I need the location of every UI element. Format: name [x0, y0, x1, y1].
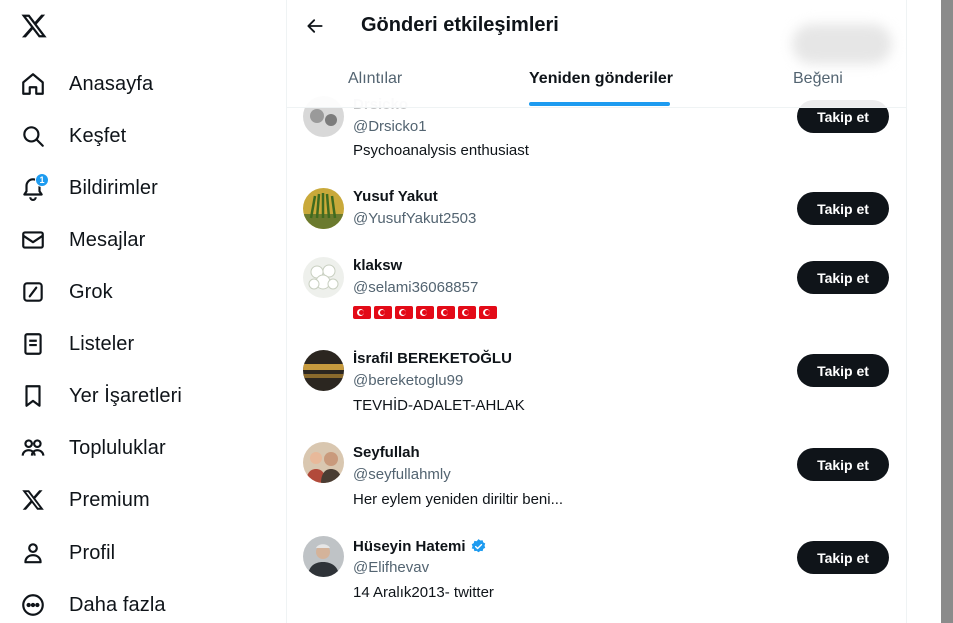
sidebar: Anasayfa Keşfet 1 Bildirimler Mesajlar G… — [0, 0, 286, 623]
follow-button[interactable]: Takip et — [797, 541, 889, 574]
home-icon — [18, 69, 48, 99]
tab-quotes[interactable]: Alıntılar — [348, 70, 402, 88]
sidebar-item-more[interactable]: Daha fazla — [18, 585, 166, 623]
user-name-text: klaksw — [353, 257, 403, 274]
user-handle: @bereketoglu99 — [353, 372, 464, 389]
main-column: Drsicko @Drsicko1 Psychoanalysis enthusi… — [287, 0, 906, 623]
user-name[interactable]: Yusuf Yakut — [353, 188, 438, 205]
user-handle: @seyfullahmly — [353, 466, 451, 483]
avatar[interactable] — [303, 350, 344, 391]
notification-badge: 1 — [35, 173, 49, 187]
sidebar-item-label: Anasayfa — [69, 72, 154, 95]
user-name-text: Yusuf Yakut — [353, 188, 438, 205]
user-bio: 14 Aralık2013- twitter — [353, 584, 494, 601]
more-icon — [18, 590, 48, 620]
divider — [906, 0, 907, 623]
sidebar-item-grok[interactable]: Grok — [18, 272, 113, 312]
sidebar-item-messages[interactable]: Mesajlar — [18, 220, 145, 260]
avatar[interactable] — [303, 536, 344, 577]
turkish-flag-icon — [437, 306, 455, 319]
user-bio: TEVHİD-ADALET-AHLAK — [353, 397, 525, 414]
page-header: Gönderi etkileşimleri Alıntılar Yeniden … — [287, 0, 906, 108]
turkish-flag-icon — [458, 306, 476, 319]
x-premium-icon — [18, 485, 48, 515]
avatar[interactable] — [303, 442, 344, 483]
avatar[interactable] — [303, 257, 344, 298]
tab-reposts[interactable]: Yeniden gönderiler — [529, 70, 673, 88]
bookmark-icon — [18, 381, 48, 411]
follow-button[interactable]: Takip et — [797, 261, 889, 294]
user-bio: Her eylem yeniden diriltir beni... — [353, 491, 564, 508]
sidebar-item-label: Mesajlar — [69, 228, 146, 251]
sidebar-item-label: Keşfet — [69, 124, 127, 147]
communities-icon — [18, 433, 48, 463]
user-name[interactable]: İsrafil BEREKETOĞLU — [353, 350, 512, 367]
sidebar-item-lists[interactable]: Listeler — [18, 324, 134, 364]
sidebar-item-communities[interactable]: Topluluklar — [18, 428, 166, 468]
tab-likes[interactable]: Beğeni — [793, 70, 843, 88]
sidebar-item-label: Grok — [69, 280, 113, 303]
turkish-flag-icon — [416, 306, 434, 319]
follow-button[interactable]: Takip et — [797, 192, 889, 225]
follow-button[interactable]: Takip et — [797, 448, 889, 481]
grok-icon — [18, 277, 48, 307]
verified-badge-icon — [471, 539, 485, 553]
user-name-text: Seyfullah — [353, 444, 420, 461]
sidebar-item-label: Bildirimler — [69, 176, 158, 199]
active-tab-indicator — [529, 102, 670, 106]
scrollbar[interactable] — [941, 0, 953, 623]
turkish-flag-icon — [479, 306, 497, 319]
sidebar-item-home[interactable]: Anasayfa — [18, 64, 153, 104]
search-icon — [18, 121, 48, 151]
user-name[interactable]: Hüseyin Hatemi — [353, 538, 487, 555]
user-bio: Psychoanalysis enthusiast — [353, 142, 529, 159]
back-button[interactable] — [301, 12, 329, 40]
user-name-text: Hüseyin Hatemi — [353, 538, 466, 555]
sidebar-item-explore[interactable]: Keşfet — [18, 116, 126, 156]
user-handle: @YusufYakut2503 — [353, 210, 477, 227]
user-name-text: İsrafil BEREKETOĞLU — [353, 350, 512, 367]
turkish-flag-icon — [353, 306, 371, 319]
turkish-flag-icon — [395, 306, 413, 319]
user-handle: @Elifhevav — [353, 559, 430, 576]
blurred-element — [792, 24, 892, 64]
sidebar-item-label: Premium — [69, 488, 150, 511]
follow-button[interactable]: Takip et — [797, 354, 889, 387]
sidebar-item-label: Listeler — [69, 332, 135, 355]
avatar[interactable] — [303, 188, 344, 229]
x-logo-icon[interactable] — [20, 12, 50, 42]
list-icon — [18, 329, 48, 359]
sidebar-item-profile[interactable]: Profil — [18, 533, 115, 573]
arrow-left-icon — [307, 19, 323, 33]
sidebar-item-label: Profil — [69, 541, 116, 564]
sidebar-item-bookmarks[interactable]: Yer İşaretleri — [18, 376, 182, 416]
bell-icon: 1 — [18, 173, 49, 203]
user-name[interactable]: Seyfullah — [353, 444, 420, 461]
turkish-flag-icon — [374, 306, 392, 319]
sidebar-item-notifications[interactable]: 1 Bildirimler — [18, 168, 158, 208]
turkish-flags — [353, 306, 497, 319]
user-handle: @Drsicko1 — [353, 118, 427, 135]
sidebar-item-premium[interactable]: Premium — [18, 480, 150, 520]
user-handle: @selami36068857 — [353, 279, 479, 296]
mail-icon — [18, 225, 48, 255]
page-title: Gönderi etkileşimleri — [361, 14, 559, 36]
sidebar-item-label: Topluluklar — [69, 436, 166, 459]
sidebar-item-label: Yer İşaretleri — [69, 384, 182, 407]
user-name[interactable]: klaksw — [353, 257, 402, 274]
sidebar-item-label: Daha fazla — [69, 593, 166, 616]
profile-icon — [18, 538, 48, 568]
